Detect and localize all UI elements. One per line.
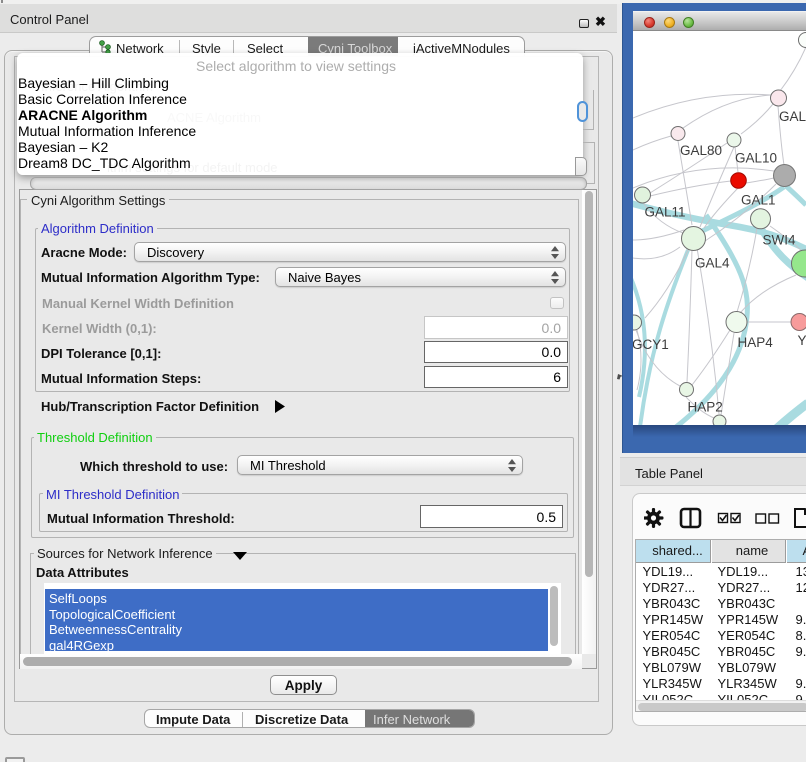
svg-text:GAL8: GAL8	[779, 109, 806, 124]
svg-text:SWI4: SWI4	[763, 233, 796, 248]
svg-text:HAP4: HAP4	[738, 335, 774, 350]
svg-text:GAL10: GAL10	[735, 151, 777, 166]
svg-text:Y: Y	[798, 333, 806, 348]
svg-text:HAP2: HAP2	[688, 400, 723, 415]
svg-text:GCY1: GCY1	[633, 337, 669, 352]
svg-text:GAL80: GAL80	[680, 143, 722, 158]
svg-text:GAL11: GAL11	[645, 205, 686, 220]
svg-text:GAL1: GAL1	[741, 193, 776, 208]
svg-text:GAL4: GAL4	[695, 256, 730, 271]
